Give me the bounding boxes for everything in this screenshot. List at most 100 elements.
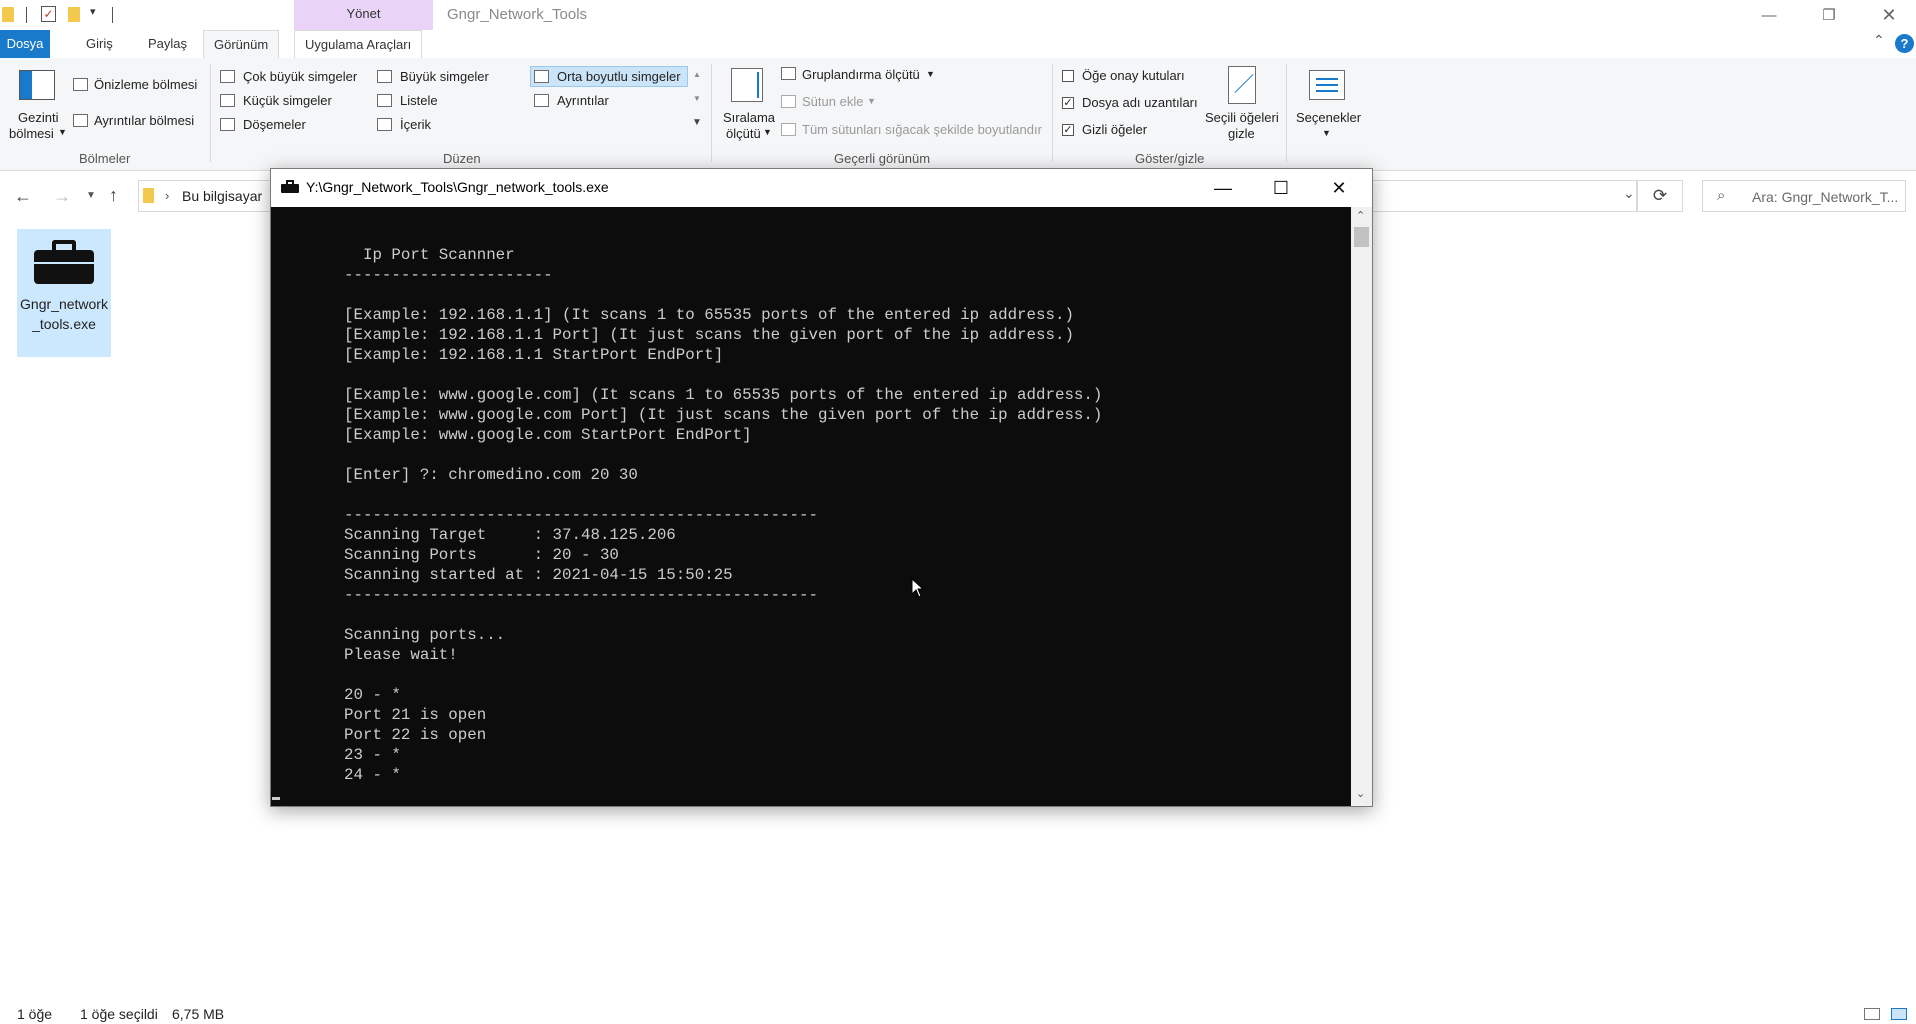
options-icon[interactable] [1309,70,1345,100]
file-item[interactable]: Gngr_network_tools.exe [17,229,111,357]
scroll-up-icon[interactable]: ▲ [693,70,701,79]
hidden-items-checkbox[interactable]: ✓ [1062,124,1074,136]
sort-by-label[interactable]: ölçütü [726,126,761,141]
hide-selected-label[interactable]: Seçili öğeleri [1205,110,1279,125]
layout-content[interactable]: İçerik [400,117,431,132]
chevron-down-icon[interactable]: ▼ [926,69,935,79]
details-view-icon[interactable] [1864,1008,1880,1020]
layout-small-icons[interactable]: Küçük simgeler [243,93,332,108]
up-icon[interactable]: ↑ [109,185,118,206]
tab-share[interactable]: Paylaş [138,30,197,58]
ribbon-tabs: Dosya Giriş Paylaş Görünüm Uygulama Araç… [0,30,1916,59]
console-line: Port 22 is open [344,726,487,744]
explorer-title-bar: ✓ ▾ Yönet Gngr_Network_Tools — ❐ ✕ [0,0,1916,30]
more-layouts-icon[interactable]: ▼ [692,117,702,128]
new-folder-icon[interactable] [68,7,80,22]
mouse-pointer-icon [911,577,925,598]
back-icon[interactable]: ← [14,186,32,207]
layout-list[interactable]: Listele [400,93,438,108]
item-checkboxes-checkbox[interactable] [1062,70,1074,82]
breadcrumb-this-pc[interactable]: Bu bilgisayar [182,188,262,204]
hide-selected-label[interactable]: gizle [1228,126,1255,141]
sort-by-icon[interactable] [731,68,763,102]
chevron-down-icon[interactable]: ▼ [763,127,772,137]
console-minimize-button[interactable]: — [1194,169,1252,207]
collapse-ribbon-icon[interactable]: ⌃ [1873,32,1885,49]
navigation-pane-label[interactable]: bölmesi [9,126,54,141]
console-line: ---------------------- [344,266,553,284]
size-all-columns-button[interactable]: Tüm sütunları sığacak şekilde boyutlandı… [802,122,1042,137]
toolbox-icon [32,240,96,284]
search-box[interactable]: ⌕ Ara: Gngr_Network_T... [1702,180,1906,212]
search-input[interactable]: Ara: Gngr_Network_T... [1752,189,1898,205]
layout-extra-large-icons[interactable]: Çok büyük simgeler [243,69,357,84]
console-maximize-button[interactable]: ☐ [1252,169,1310,207]
group-separator [711,64,712,162]
console-title-bar[interactable]: Y:\Gngr_Network_Tools\Gngr_network_tools… [271,169,1372,207]
forward-icon[interactable]: → [53,186,71,207]
separator [112,7,113,23]
scrollbar-thumb[interactable] [1354,227,1369,247]
sort-by-label[interactable]: Sıralama [723,110,775,125]
console-close-button[interactable]: ✕ [1310,169,1368,207]
group-by-button[interactable]: Gruplandırma ölçütü [802,67,920,82]
navigation-pane-label[interactable]: Gezinti [18,110,58,125]
item-checkboxes-label[interactable]: Öğe onay kutuları [1082,68,1185,83]
properties-icon[interactable]: ✓ [41,6,56,22]
address-dropdown-icon[interactable]: ⌄ [1623,185,1635,202]
tab-application-tools[interactable]: Uygulama Araçları [294,30,423,59]
console-output[interactable]: Ip Port Scannner ---------------------- [… [271,207,1351,806]
large-icons-view-icon[interactable] [1891,1008,1907,1020]
tab-file[interactable]: Dosya [0,30,50,58]
layout-details[interactable]: Ayrıntılar [557,93,609,108]
hide-selected-icon[interactable] [1228,66,1256,104]
chevron-down-icon[interactable]: ▼ [58,127,67,137]
console-line: Ip Port Scannner [344,246,515,264]
console-line: [Example: 192.168.1.1] (It scans 1 to 65… [344,306,1074,324]
tab-home[interactable]: Giriş [76,30,123,58]
add-columns-icon [781,95,796,108]
scroll-down-icon[interactable]: ▼ [693,94,701,103]
group-label-show-hide: Göster/gizle [1135,151,1205,166]
options-button[interactable]: Seçenekler [1296,110,1361,125]
selected-size: 6,75 MB [172,1006,225,1022]
add-columns-button[interactable]: Sütun ekle [802,94,863,109]
recent-locations-icon[interactable]: ▼ [86,190,96,201]
preview-pane-button[interactable]: Önizleme bölmesi [94,77,197,92]
file-extensions-checkbox[interactable]: ✓ [1062,97,1074,109]
customize-toolbar-icon[interactable]: ▾ [90,5,96,18]
close-button[interactable]: ✕ [1866,0,1912,30]
tab-view[interactable]: Görünüm [203,30,280,59]
file-extensions-label[interactable]: Dosya adı uzantıları [1082,95,1198,110]
scroll-down-icon[interactable]: ⌄ [1356,787,1365,800]
console-line: Scanning ports... [344,626,506,644]
minimize-button[interactable]: — [1746,0,1792,30]
console-line: ----------------------------------------… [344,506,818,524]
help-icon[interactable]: ? [1895,34,1914,53]
refresh-button[interactable]: ⟳ [1637,180,1683,212]
chevron-down-icon[interactable]: ▼ [1322,128,1331,138]
console-window[interactable]: Y:\Gngr_Network_Tools\Gngr_network_tools… [270,168,1373,807]
console-line: [Example: www.google.com] (It scans 1 to… [344,386,1103,404]
layout-tiles[interactable]: Döşemeler [243,117,306,132]
hidden-items-label[interactable]: Gizli öğeler [1082,122,1147,137]
folder-icon [2,7,14,22]
search-icon: ⌕ [1717,187,1726,204]
restore-button[interactable]: ❐ [1806,0,1852,30]
details-pane-button[interactable]: Ayrıntılar bölmesi [94,113,194,128]
group-label-current-view: Geçerli görünüm [834,151,931,166]
console-line: 24 - * [344,766,401,784]
medium-icons-icon [534,70,549,83]
layout-medium-icons[interactable]: Orta boyutlu simgeler [557,69,681,84]
chevron-down-icon[interactable]: ▼ [867,96,876,106]
navigation-pane-icon[interactable] [19,70,55,100]
scroll-up-icon[interactable]: ⌃ [1356,209,1365,222]
selected-count: 1 öğe seçildi [80,1006,158,1022]
extra-large-icons-icon [220,70,235,83]
console-line: 23 - * [344,746,401,764]
layout-large-icons[interactable]: Büyük simgeler [400,69,489,84]
console-scrollbar[interactable]: ⌃ ⌄ [1351,207,1372,806]
